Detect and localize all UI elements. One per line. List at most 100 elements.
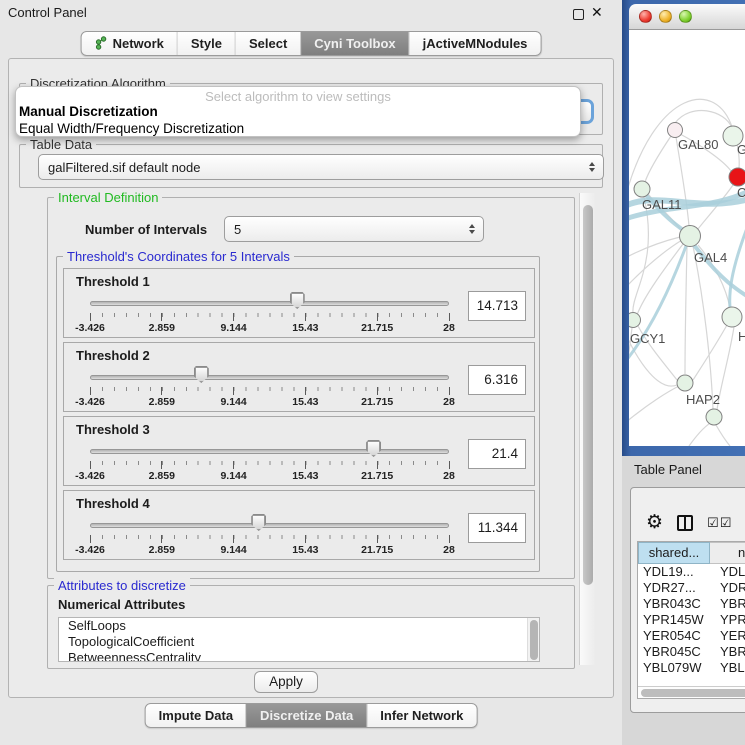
network-node[interactable] (629, 313, 641, 328)
select-columns-icon[interactable]: ☑☑ (707, 516, 732, 531)
number-of-intervals-combo[interactable]: 5 (224, 216, 484, 242)
float-window-icon[interactable] (573, 9, 584, 20)
table-cell-shared-name[interactable]: YBL079W (638, 660, 710, 676)
network-icon (95, 36, 108, 53)
slider-tick-labels: -3.426 2.859 9.144 15.43 21.715 28 (90, 544, 449, 556)
table-cell-name[interactable]: YER05 (710, 628, 745, 644)
bottom-tab-label: Infer Network (380, 708, 463, 723)
table-cell-name[interactable]: YPR14 (710, 612, 745, 628)
bottom-tab[interactable]: Discretize Data (246, 704, 366, 727)
scrollbar-thumb[interactable] (530, 620, 538, 660)
table-data-group: Table Data galFiltered.sif default node (19, 144, 603, 188)
bottom-tab[interactable]: Infer Network (366, 704, 476, 727)
column-header-shared-name[interactable]: shared... (638, 542, 710, 564)
threshold-slider[interactable]: -3.426 2.859 9.144 15.43 21.715 28 (90, 417, 449, 485)
top-tab[interactable]: Select (235, 32, 300, 55)
slider-thumb[interactable] (366, 440, 381, 457)
slider-track[interactable] (90, 301, 449, 306)
dropdown-option-equal-width-frequency[interactable]: Equal Width/Frequency Discretization (16, 120, 580, 137)
slider-ticks (90, 313, 449, 321)
zoom-button[interactable] (679, 10, 692, 23)
table-cell-shared-name[interactable]: YER054C (638, 628, 710, 644)
threshold-slider[interactable]: -3.426 2.859 9.144 15.43 21.715 28 (90, 343, 449, 411)
table-cell-name[interactable]: YDR27 (710, 580, 745, 596)
attribute-list-item[interactable]: TopologicalCoefficient (59, 634, 539, 650)
table-cell-shared-name[interactable]: YDR27... (638, 580, 710, 596)
top-tab[interactable]: jActiveMNodules (409, 32, 541, 55)
table-cell-shared-name[interactable]: YLR345W (638, 676, 710, 678)
column-header-name[interactable]: name (710, 542, 745, 564)
network-node[interactable] (729, 168, 745, 186)
threshold-panel: Threshold 3 -3.426 2.859 9.144 15.43 21.… (63, 416, 535, 486)
control-panel: Control Panel ✕ Network Styl (0, 0, 622, 745)
network-node-label: HAP2 (686, 392, 720, 407)
top-tab[interactable]: Style (177, 32, 235, 55)
table-row[interactable]: YLR345W YLR34 (638, 676, 745, 678)
table-row[interactable]: YPR145W YPR14 (638, 612, 745, 628)
network-node[interactable] (680, 226, 701, 247)
threshold-value-field[interactable]: 14.713 (468, 291, 526, 321)
slider-thumb[interactable] (290, 292, 305, 309)
attributes-group: Attributes to discretize Numerical Attri… (47, 585, 575, 669)
table-cell-shared-name[interactable]: YPR145W (638, 612, 710, 628)
table-row[interactable]: YBL079W YBL07 (638, 660, 745, 676)
threshold-slider[interactable]: -3.426 2.859 9.144 15.43 21.715 28 (90, 269, 449, 337)
list-scrollbar[interactable] (527, 618, 539, 661)
bottom-tab[interactable]: Impute Data (146, 704, 246, 727)
threshold-panel: Threshold 2 -3.426 2.859 9.144 15.43 21.… (63, 342, 535, 412)
dropdown-option-manual-discretization[interactable]: Manual Discretization (16, 103, 580, 120)
attribute-list-item[interactable]: BetweennessCentrality (59, 650, 539, 662)
table-cell-name[interactable]: YBR04 (710, 644, 745, 660)
network-node[interactable] (677, 375, 693, 391)
slider-track[interactable] (90, 375, 449, 380)
attribute-list-item[interactable]: SelfLoops (59, 618, 539, 634)
network-node[interactable] (634, 181, 650, 197)
scrollbar-thumb[interactable] (641, 689, 745, 697)
network-node[interactable] (668, 123, 683, 138)
threshold-value-field[interactable]: 6.316 (468, 365, 526, 395)
close-button[interactable] (639, 10, 652, 23)
table-cell-name[interactable]: YBL07 (710, 660, 745, 676)
table-panel-title: Table Panel (634, 462, 702, 477)
settings-gear-icon[interactable]: ⚙ (646, 513, 663, 531)
apply-button[interactable]: Apply (254, 671, 318, 693)
network-canvas[interactable]: GAL80GACGAL11GAL4GCY1HHAP2 (629, 30, 745, 446)
top-tab[interactable]: Network (82, 32, 177, 55)
table-cell-name[interactable]: YDL19 (710, 564, 745, 580)
vertical-scrollbar[interactable] (579, 193, 595, 665)
slider-ticks (90, 461, 449, 469)
network-node-label: C (737, 185, 745, 200)
top-tab[interactable]: Cyni Toolbox (300, 32, 408, 55)
table-data-combo[interactable]: galFiltered.sif default node (38, 154, 604, 180)
slider-track[interactable] (90, 449, 449, 454)
threshold-value-field[interactable]: 21.4 (468, 439, 526, 469)
horizontal-scrollbar[interactable] (638, 686, 745, 698)
slider-tick-labels: -3.426 2.859 9.144 15.43 21.715 28 (90, 322, 449, 334)
network-node[interactable] (706, 409, 722, 425)
table-cell-name[interactable]: YLR34 (710, 676, 745, 678)
top-tab-label: jActiveMNodules (423, 36, 528, 51)
close-icon[interactable]: ✕ (591, 4, 603, 21)
table-row[interactable]: YDL19... YDL19 (638, 564, 745, 580)
table-row[interactable]: YBR045C YBR04 (638, 644, 745, 660)
table-row[interactable]: YBR043C YBR04 (638, 596, 745, 612)
threshold-value-field[interactable]: 11.344 (468, 513, 526, 543)
table-data-combo-value: galFiltered.sif default node (48, 160, 589, 175)
table-row[interactable]: YDR27... YDR27 (638, 580, 745, 596)
slider-thumb[interactable] (194, 366, 209, 383)
slider-track[interactable] (90, 523, 449, 528)
column-layout-icon[interactable] (677, 515, 693, 531)
numerical-attributes-list[interactable]: SelfLoops TopologicalCoefficient Between… (58, 617, 540, 662)
table-cell-shared-name[interactable]: YDL19... (638, 564, 710, 580)
slider-thumb[interactable] (251, 514, 266, 531)
thresholds-group-title: Threshold's Coordinates for 5 Intervals (63, 249, 294, 264)
threshold-slider[interactable]: -3.426 2.859 9.144 15.43 21.715 28 (90, 491, 449, 559)
table-cell-name[interactable]: YBR04 (710, 596, 745, 612)
scrollbar-thumb[interactable] (583, 205, 593, 585)
top-tab-label: Style (191, 36, 222, 51)
table-cell-shared-name[interactable]: YBR043C (638, 596, 710, 612)
minimize-button[interactable] (659, 10, 672, 23)
table-row[interactable]: YER054C YER05 (638, 628, 745, 644)
table-cell-shared-name[interactable]: YBR045C (638, 644, 710, 660)
network-node[interactable] (722, 307, 742, 327)
